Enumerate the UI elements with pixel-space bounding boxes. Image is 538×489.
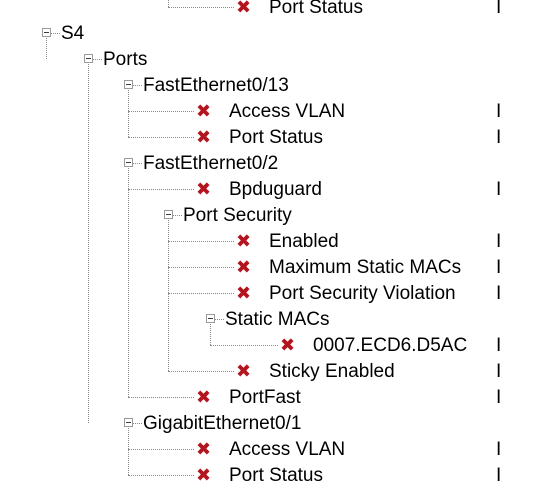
- tree-node-label: Sticky Enabled: [269, 361, 395, 382]
- x-mark-icon: ✖: [196, 127, 212, 148]
- x-mark-icon: ✖: [196, 439, 212, 460]
- tree-node-label: Enabled: [269, 231, 339, 252]
- tree-node-value: I: [496, 465, 502, 486]
- tree-node-value: I: [496, 231, 502, 252]
- x-mark-icon: ✖: [196, 101, 212, 122]
- minus-expander-icon[interactable]: [124, 418, 133, 427]
- tree-connector: [173, 215, 182, 216]
- tree-node-fe013-port-status[interactable]: ✖ Port Status I: [0, 125, 538, 151]
- tree-node-value: I: [496, 127, 502, 148]
- tree-connector: [51, 33, 60, 34]
- tree-node-ps-enabled[interactable]: ✖ Enabled I: [0, 229, 538, 255]
- tree-node-label: FastEthernet0/2: [143, 153, 279, 174]
- tree-connector: [168, 241, 234, 242]
- tree-node-fe013-access-vlan[interactable]: ✖ Access VLAN I: [0, 99, 538, 125]
- tree-node-label: FastEthernet0/13: [143, 75, 289, 96]
- tree-connector: [168, 293, 234, 294]
- tree-node-label: Port Security Violation: [269, 283, 456, 304]
- x-mark-icon: ✖: [236, 231, 252, 252]
- x-mark-icon: ✖: [196, 387, 212, 408]
- minus-expander-icon[interactable]: [124, 158, 133, 167]
- tree-node-ps-max-static-macs[interactable]: ✖ Maximum Static MACs I: [0, 255, 538, 281]
- tree-connector: [168, 267, 234, 268]
- x-mark-icon: ✖: [196, 179, 212, 200]
- tree-node-label: Ports: [103, 49, 148, 70]
- tree-node-label: S4: [61, 23, 85, 44]
- x-mark-icon: ✖: [280, 335, 296, 356]
- tree-connector: [133, 423, 142, 424]
- tree-node-label: Bpduguard: [229, 179, 322, 200]
- tree-connector: [128, 189, 194, 190]
- tree-node-label: Access VLAN: [229, 439, 346, 460]
- tree-node-value: I: [496, 0, 502, 18]
- tree-node-label: GigabitEthernet0/1: [143, 413, 302, 434]
- tree-node-ps-static-macs[interactable]: Static MACs: [0, 307, 538, 333]
- tree-connector: [93, 59, 102, 60]
- tree-node-gi01-access-vlan[interactable]: ✖ Access VLAN I: [0, 437, 538, 463]
- tree-node-label: Access VLAN: [229, 101, 346, 122]
- tree-node-value: I: [496, 283, 502, 304]
- tree-connector: [133, 163, 142, 164]
- minus-expander-icon[interactable]: [164, 210, 173, 219]
- tree-node-gi01-port-status[interactable]: ✖ Port Status I: [0, 463, 538, 489]
- tree-node-s4[interactable]: S4: [0, 21, 538, 47]
- tree-node-label: PortFast: [229, 387, 301, 408]
- tree-node-fe013[interactable]: FastEthernet0/13: [0, 73, 538, 99]
- tree-node-gi01[interactable]: GigabitEthernet0/1: [0, 411, 538, 437]
- minus-expander-icon[interactable]: [124, 80, 133, 89]
- tree-node-ports[interactable]: Ports: [0, 47, 538, 73]
- tree-node-value: I: [496, 257, 502, 278]
- tree-node-fe02-port-security[interactable]: Port Security: [0, 203, 538, 229]
- tree-node-ps-violation[interactable]: ✖ Port Security Violation I: [0, 281, 538, 307]
- tree-node-value: I: [496, 179, 502, 200]
- tree-node-mac-0007[interactable]: ✖ 0007.ECD6.D5AC I: [0, 333, 538, 359]
- tree-node-value: I: [496, 101, 502, 122]
- tree-connector: [128, 397, 194, 398]
- tree-node-value: I: [496, 335, 502, 356]
- tree-connector: [128, 475, 194, 476]
- x-mark-icon: ✖: [236, 283, 252, 304]
- tree-node-label: Port Status: [229, 127, 323, 148]
- x-mark-icon: ✖: [196, 465, 212, 486]
- tree-node-label: Static MACs: [225, 309, 330, 330]
- x-mark-icon: ✖: [236, 257, 252, 278]
- tree-node-label: Port Security: [183, 205, 292, 226]
- tree-node-port-status-top[interactable]: ✖ Port Status I: [0, 0, 538, 21]
- tree-connector: [133, 85, 142, 86]
- tree-connector: [168, 371, 234, 372]
- tree-connector: [128, 137, 194, 138]
- tree-node-fe02[interactable]: FastEthernet0/2: [0, 151, 538, 177]
- tree-node-label: Maximum Static MACs: [269, 257, 462, 278]
- tree-node-ps-sticky[interactable]: ✖ Sticky Enabled I: [0, 359, 538, 385]
- tree-node-label: 0007.ECD6.D5AC: [313, 335, 468, 356]
- tree-node-value: I: [496, 361, 502, 382]
- x-mark-icon: ✖: [236, 0, 252, 18]
- tree-connector: [128, 111, 194, 112]
- tree-node-value: I: [496, 439, 502, 460]
- tree-connector: [215, 319, 224, 320]
- minus-expander-icon[interactable]: [42, 28, 51, 37]
- tree-node-fe02-portfast[interactable]: ✖ PortFast I: [0, 385, 538, 411]
- minus-expander-icon[interactable]: [206, 314, 215, 323]
- tree-connector: [210, 345, 278, 346]
- minus-expander-icon[interactable]: [84, 54, 93, 63]
- tree-connector: [128, 449, 194, 450]
- tree-connector: [168, 7, 234, 8]
- tree-node-label: Port Status: [269, 0, 363, 18]
- config-tree: ✖ Port Status I S4 Ports FastEthernet0/13 ✖ Acc…: [0, 0, 538, 486]
- tree-node-value: I: [496, 387, 502, 408]
- tree-node-fe02-bpduguard[interactable]: ✖ Bpduguard I: [0, 177, 538, 203]
- tree-node-label: Port Status: [229, 465, 323, 486]
- x-mark-icon: ✖: [236, 361, 252, 382]
